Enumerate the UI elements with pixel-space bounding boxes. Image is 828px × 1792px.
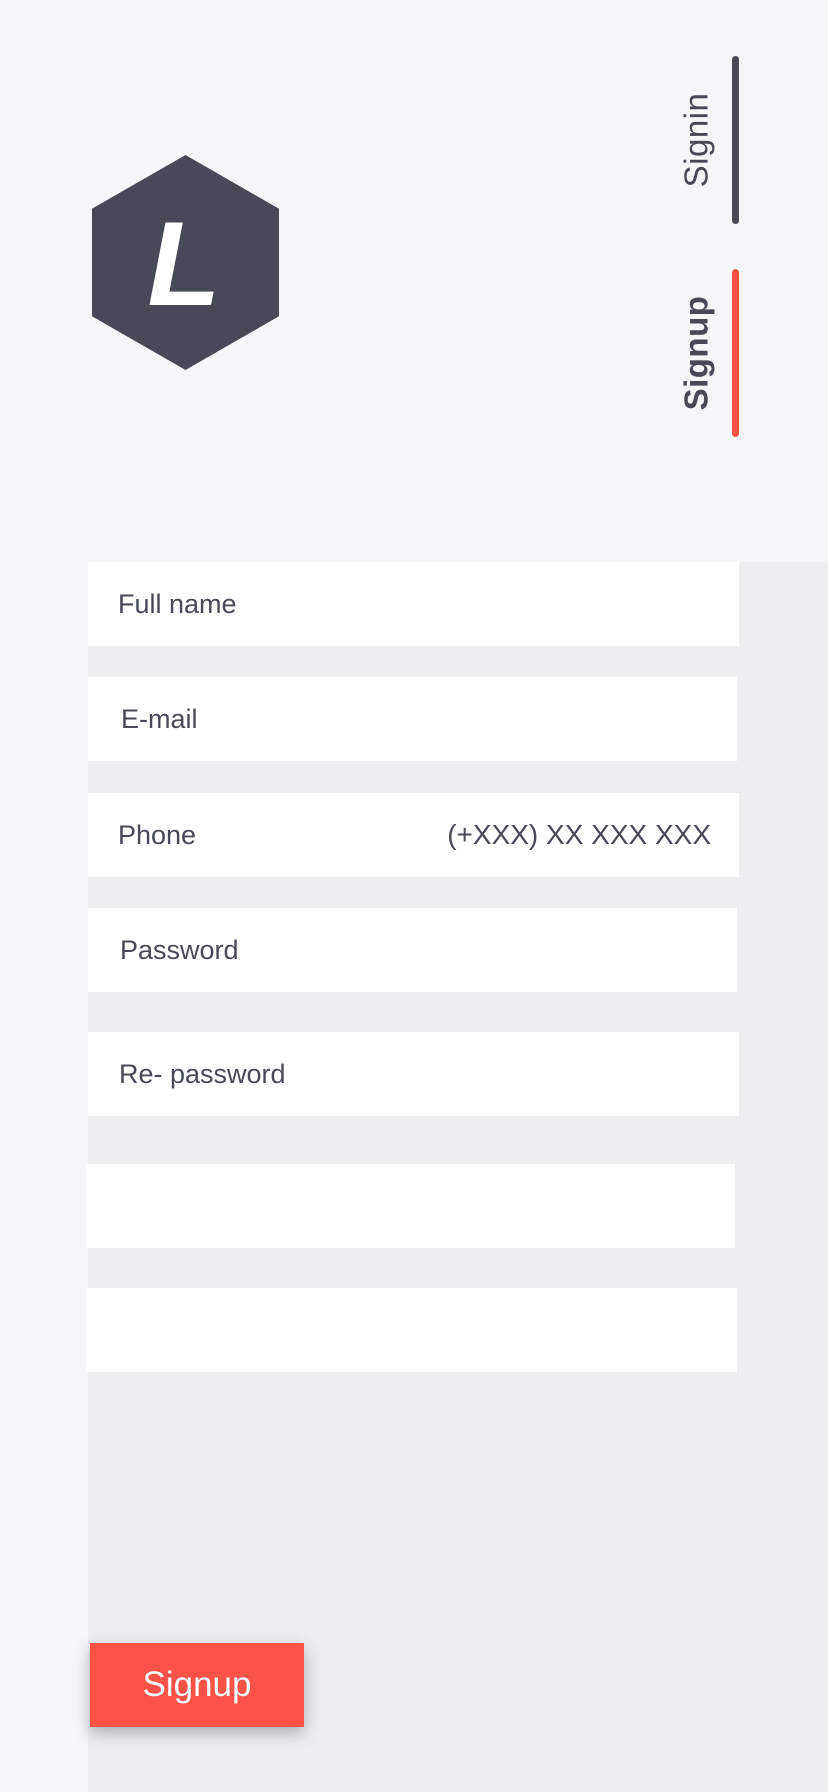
logo-letter: L (147, 197, 220, 331)
email-label: E-mail (121, 703, 198, 734)
phone-label: Phone (118, 819, 197, 850)
full-name-label: Full name (118, 588, 237, 619)
password-label: Password (120, 934, 239, 965)
tab-signin-label: Signin (677, 92, 715, 188)
hexagon-logo-icon: L (92, 155, 279, 370)
extra-field-2[interactable] (86, 1288, 737, 1372)
phone-placeholder: (+XXX) XX XXX XXX (447, 819, 711, 850)
tab-signup[interactable]: Signup (670, 269, 740, 437)
re-password-label: Re- password (119, 1058, 286, 1089)
extra-field-1[interactable] (86, 1164, 735, 1248)
signup-button[interactable]: Signup (90, 1643, 304, 1727)
tab-signin-indicator (732, 56, 739, 224)
full-name-field[interactable]: Full name (88, 562, 739, 646)
re-password-field[interactable]: Re- password (88, 1032, 739, 1116)
tab-signup-indicator (732, 269, 739, 437)
phone-field[interactable]: Phone (+XXX) XX XXX XXX (88, 793, 739, 877)
tab-signin[interactable]: Signin (670, 56, 740, 224)
password-field[interactable]: Password (88, 908, 737, 992)
email-field[interactable]: E-mail (88, 677, 737, 761)
tab-signup-label: Signup (677, 295, 714, 411)
